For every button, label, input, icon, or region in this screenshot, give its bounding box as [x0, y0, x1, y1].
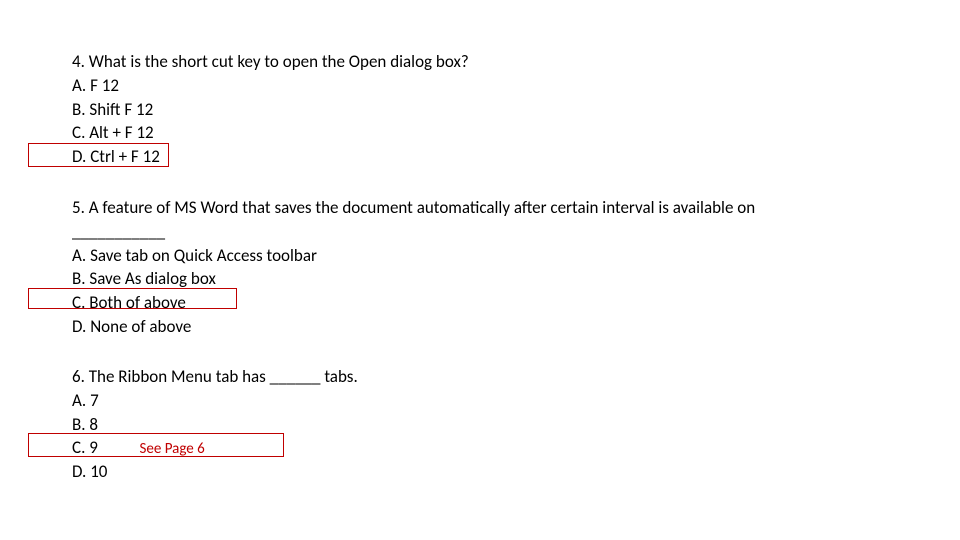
q5-question-blank: ___________ — [72, 220, 755, 244]
question-6-block: 6. The Ribbon Menu tab has ______ tabs. … — [72, 365, 358, 484]
q5-option-a: A. Save tab on Quick Access toolbar — [72, 244, 755, 268]
q4-option-a: A. F 12 — [72, 74, 469, 98]
q6-option-a: A. 7 — [72, 389, 358, 413]
q6-answer-highlight — [28, 433, 284, 457]
q4-option-b: B. Shift F 12 — [72, 98, 469, 122]
q5-question-text: 5. A feature of MS Word that saves the d… — [72, 196, 755, 220]
question-5-block: 5. A feature of MS Word that saves the d… — [72, 196, 755, 339]
q4-answer-highlight — [28, 143, 169, 167]
q6-question-text: 6. The Ribbon Menu tab has ______ tabs. — [72, 365, 358, 389]
q5-answer-highlight — [28, 288, 237, 309]
q4-option-c: C. Alt + F 12 — [72, 121, 469, 145]
q4-question-text: 4. What is the short cut key to open the… — [72, 50, 469, 74]
q5-option-d: D. None of above — [72, 315, 755, 339]
quiz-page: 4. What is the short cut key to open the… — [0, 0, 960, 540]
q6-option-d: D. 10 — [72, 460, 358, 484]
